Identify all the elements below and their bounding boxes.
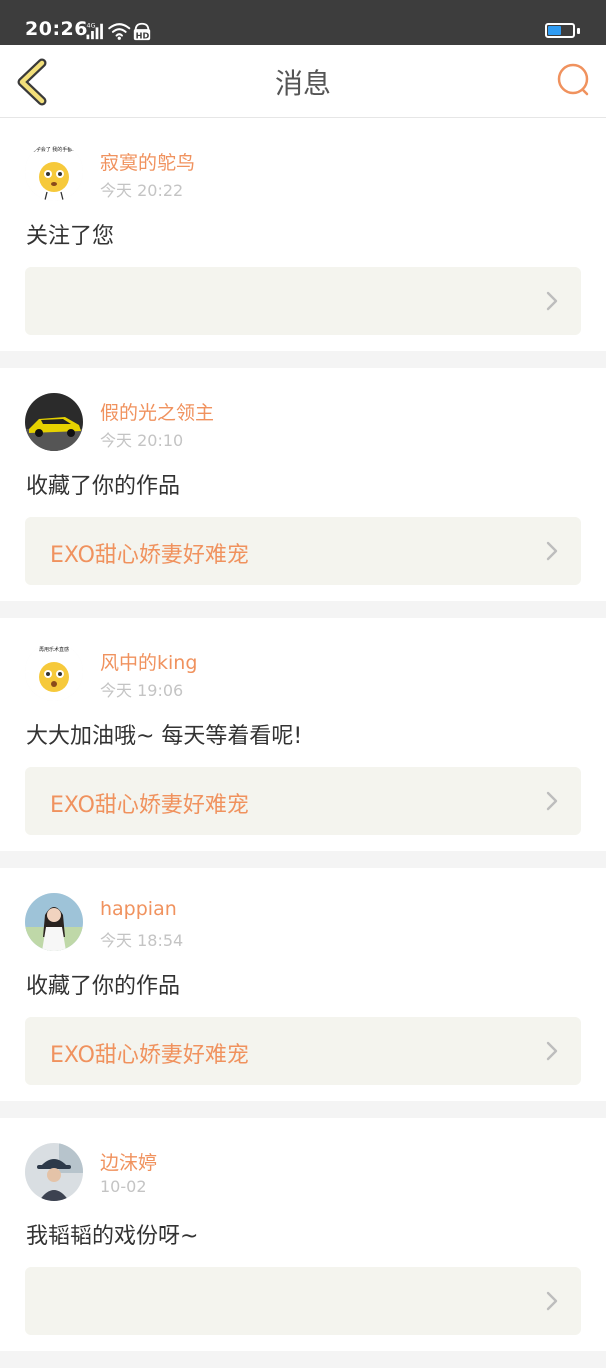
status-time: 20:26 (25, 18, 88, 40)
avatar[interactable] (25, 893, 83, 951)
work-title: EXO甜心娇妻好难宠 (50, 1043, 249, 1068)
hd-icon: HD (133, 22, 151, 40)
message-time: 今天 19:06 (100, 681, 184, 700)
message-card[interactable]: 再用乐术直感 风中的king 今天 19:06 大大加油哦~ 每天等着看呢! E… (0, 618, 606, 851)
work-link[interactable]: EXO甜心娇妻好难宠 (25, 1017, 581, 1085)
username[interactable]: 边沫婷 (100, 1148, 157, 1175)
work-link[interactable] (25, 1267, 581, 1335)
search-button[interactable] (550, 57, 598, 105)
battery-icon (545, 23, 575, 38)
username[interactable]: 风中的king (100, 648, 197, 675)
message-card[interactable]: 边沫婷 10-02 我韬韬的戏份呀~ (0, 1118, 606, 1351)
avatar-caption: 再用乐术直感 (39, 646, 69, 653)
message-text: 收藏了你的作品 (26, 474, 181, 499)
message-text: 关注了您 (26, 224, 115, 249)
search-icon (557, 63, 589, 96)
message-time: 今天 18:54 (100, 931, 184, 950)
avatar-caption: 这也学会了 我的手都塌住 (26, 146, 83, 153)
message-card[interactable]: 这也学会了 我的手都塌住 寂寞的鸵鸟 今天 20:22 关注了您 (0, 118, 606, 351)
work-title: EXO甜心娇妻好难宠 (50, 543, 249, 568)
avatar[interactable]: 再用乐术直感 (25, 643, 83, 701)
username[interactable]: happian (100, 898, 177, 920)
message-card[interactable]: 假的光之领主 今天 20:10 收藏了你的作品 EXO甜心娇妻好难宠 (0, 368, 606, 601)
chevron-right-icon (546, 541, 558, 561)
avatar[interactable] (25, 393, 83, 451)
battery-tip (577, 28, 580, 34)
wifi-icon (108, 23, 131, 37)
status-bar: 20:26 4G HD (0, 0, 606, 45)
emoji-meme-icon: 再用乐术直感 (25, 643, 83, 701)
page-title: 消息 (274, 67, 331, 100)
message-text: 收藏了你的作品 (26, 974, 181, 999)
message-time: 今天 20:22 (100, 181, 184, 200)
emoji-meme-icon: 这也学会了 我的手都塌住 (25, 143, 83, 201)
message-text: 我韬韬的戏份呀~ (26, 1224, 199, 1249)
battery-fill (548, 26, 561, 35)
message-time: 10-02 (100, 1177, 147, 1196)
header-bar: 消息 (0, 45, 606, 118)
person-hat-icon (25, 1143, 83, 1201)
network-type-label: 4G (87, 22, 96, 29)
chevron-right-icon (546, 1041, 558, 1061)
network-status-icons: 4G HD (86, 22, 151, 40)
work-title: EXO甜心娇妻好难宠 (50, 793, 249, 818)
chevron-right-icon (546, 291, 558, 311)
message-card[interactable]: happian 今天 18:54 收藏了你的作品 EXO甜心娇妻好难宠 (0, 868, 606, 1101)
avatar[interactable] (25, 1143, 83, 1201)
chevron-right-icon (546, 1291, 558, 1311)
girl-photo-icon (25, 893, 83, 951)
work-link[interactable]: EXO甜心娇妻好难宠 (25, 517, 581, 585)
sports-car-icon (25, 393, 83, 451)
message-time: 今天 20:10 (100, 431, 184, 450)
message-text: 大大加油哦~ 每天等着看呢! (26, 724, 303, 749)
avatar[interactable]: 这也学会了 我的手都塌住 (25, 143, 83, 201)
work-link[interactable]: EXO甜心娇妻好难宠 (25, 767, 581, 835)
hd-label: HD (136, 30, 150, 40)
message-list: 这也学会了 我的手都塌住 寂寞的鸵鸟 今天 20:22 关注了您 假的光之领主 … (0, 118, 606, 1368)
username[interactable]: 寂寞的鸵鸟 (100, 148, 195, 175)
username[interactable]: 假的光之领主 (100, 398, 214, 425)
chevron-right-icon (546, 791, 558, 811)
work-link[interactable] (25, 267, 581, 335)
